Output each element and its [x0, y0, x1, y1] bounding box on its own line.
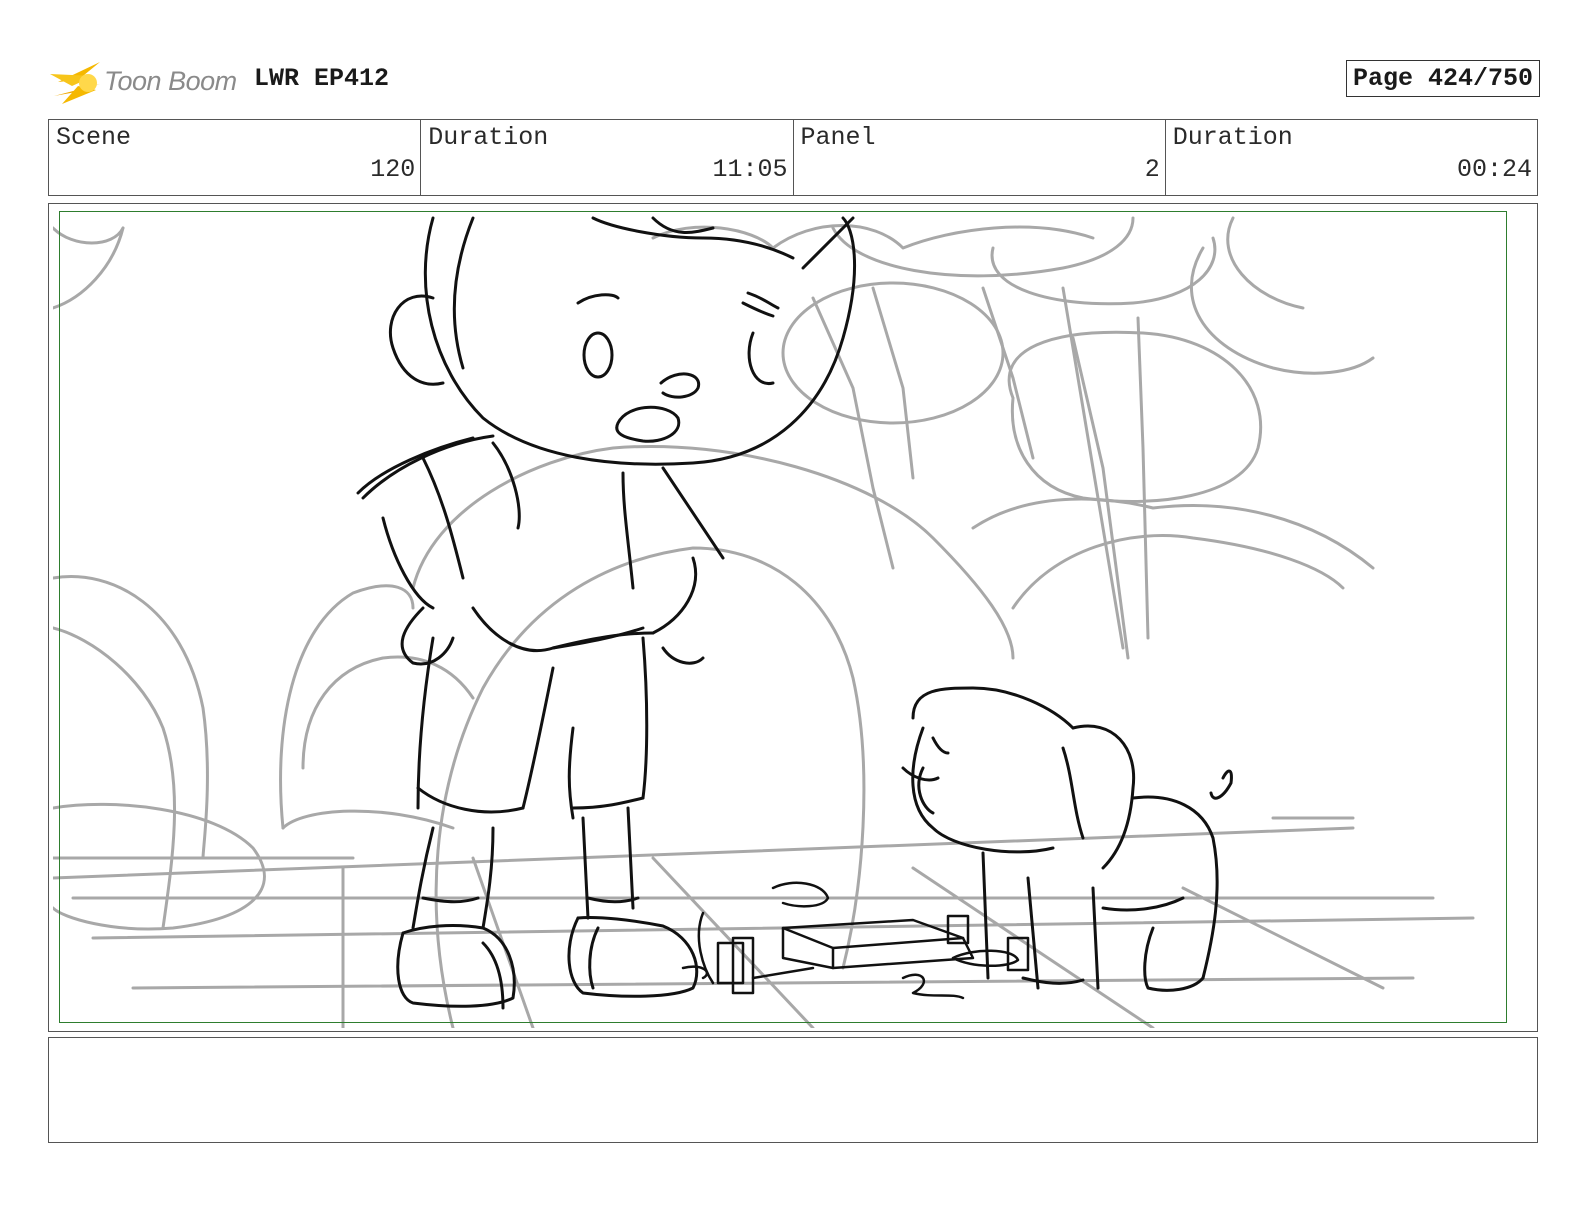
toon-boom-logo: Toon Boom [48, 56, 243, 108]
panel-duration-cell: Duration 00:24 [1166, 120, 1537, 195]
scene-duration-cell: Duration 11:05 [421, 120, 794, 195]
page-header: Toon Boom LWR EP412 Page 424/750 [48, 52, 1540, 112]
project-title: LWR EP412 [254, 64, 390, 93]
storyboard-panel [48, 203, 1538, 1032]
scene-cell: Scene 120 [49, 120, 422, 195]
panel-duration-label: Duration [1172, 123, 1293, 152]
scene-duration-label: Duration [428, 123, 549, 152]
toon-boom-logo-icon [50, 62, 100, 104]
scene-duration-value: 11:05 [712, 155, 788, 184]
scene-value: 120 [370, 155, 416, 184]
page-number: Page 424/750 [1345, 60, 1540, 97]
safe-frame-border [59, 211, 1507, 1023]
panel-duration-value: 00:24 [1456, 155, 1532, 184]
panel-cell: Panel 2 [794, 120, 1166, 195]
scene-label: Scene [56, 123, 132, 152]
panel-label: Panel [800, 123, 876, 152]
scene-info-row: Scene 120 Duration 11:05 Panel 2 Duratio… [48, 119, 1538, 196]
panel-notes-box[interactable] [48, 1037, 1538, 1143]
logo-text: Toon Boom [104, 66, 237, 96]
panel-value: 2 [1144, 155, 1160, 184]
